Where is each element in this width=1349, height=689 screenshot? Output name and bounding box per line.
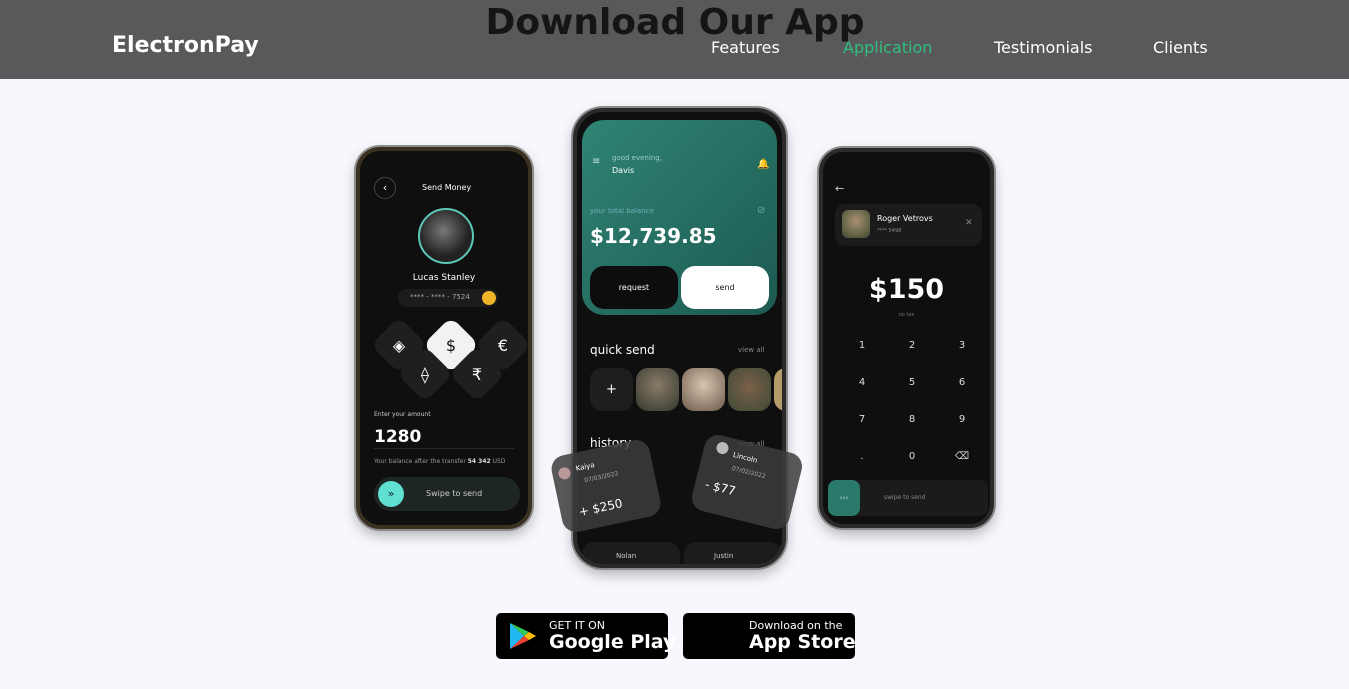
- keypad-key[interactable]: 9: [952, 414, 972, 425]
- currency-ethereum[interactable]: ⟠: [396, 345, 454, 403]
- keypad-key[interactable]: 2: [902, 340, 922, 351]
- keypad-key[interactable]: 5: [902, 377, 922, 388]
- balance-label: your total balance: [590, 207, 654, 215]
- avatar: [842, 210, 870, 238]
- currency-rupee[interactable]: ₹: [448, 345, 506, 403]
- recipient-card: Roger Vetrovs **** 5498 ✕: [835, 204, 982, 246]
- close-icon[interactable]: ✕: [965, 218, 973, 228]
- keypad-key[interactable]: 8: [902, 414, 922, 425]
- history-item: Justin: [684, 542, 782, 564]
- bell-icon[interactable]: 🔔: [757, 159, 769, 170]
- history-name: Nolan: [616, 552, 637, 560]
- keypad-key[interactable]: 6: [952, 377, 972, 388]
- screen-title: Send Money: [422, 183, 472, 192]
- amount-label: Enter your amount: [374, 411, 431, 418]
- send-amount: $150: [868, 274, 945, 305]
- contact-avatar[interactable]: [636, 368, 679, 411]
- amount-input[interactable]: 1280: [374, 425, 514, 449]
- phone-keypad: ← Roger Vetrovs **** 5498 ✕ $150 no tax …: [819, 148, 994, 528]
- user-name: Davis: [612, 166, 635, 175]
- card-date: 07/02/2022: [730, 465, 767, 481]
- tax-note: no tax: [898, 312, 915, 318]
- total-balance: $12,739.85: [590, 224, 717, 248]
- chevrons-right-icon: ›››: [828, 480, 860, 516]
- recipient-card-number: **** 5498: [877, 228, 902, 234]
- avatar: [418, 208, 474, 264]
- ethereum-icon: ⟠: [421, 364, 429, 384]
- keypad-key[interactable]: 1: [852, 340, 872, 351]
- amount-value: 1280: [374, 427, 422, 447]
- google-play-button[interactable]: GET IT ON Google Play: [496, 613, 675, 659]
- add-contact-button[interactable]: +: [590, 368, 633, 411]
- card-number-pill: **** - **** - 7524: [398, 289, 498, 307]
- recipient-name: Lucas Stanley: [412, 273, 476, 283]
- phone-send-money: ‹ Send Money Lucas Stanley **** - **** -…: [356, 147, 532, 529]
- card-amount: - $77: [703, 477, 738, 499]
- keypad-key[interactable]: 4: [852, 377, 872, 388]
- back-icon[interactable]: ‹: [374, 177, 396, 199]
- rupee-icon: ₹: [471, 364, 483, 384]
- page-title: Download Our App: [485, 2, 865, 43]
- contact-avatar[interactable]: [774, 368, 782, 411]
- hide-balance-icon[interactable]: ⊘: [757, 205, 765, 216]
- quick-send-view-all[interactable]: view all: [738, 346, 765, 354]
- keypad-key[interactable]: .: [852, 451, 872, 462]
- card-name: Kaiya: [574, 461, 596, 473]
- menu-icon[interactable]: ≡: [592, 156, 600, 167]
- google-play-icon: [510, 623, 536, 649]
- swipe-label: swipe to send: [884, 494, 926, 501]
- card-date: 07/03/2022: [583, 470, 620, 485]
- balance-value: 54 342: [467, 458, 491, 465]
- contact-avatar[interactable]: [728, 368, 771, 411]
- keypad-key[interactable]: 0: [902, 451, 922, 462]
- request-button[interactable]: request: [590, 266, 678, 309]
- send-button[interactable]: send: [681, 266, 769, 309]
- card-name: Lincoln: [732, 450, 759, 465]
- copy-icon[interactable]: [482, 291, 496, 305]
- greeting: good evening,: [612, 154, 662, 162]
- back-arrow-icon[interactable]: ←: [835, 182, 844, 195]
- avatar: [715, 440, 730, 456]
- keypad-key[interactable]: 7: [852, 414, 872, 425]
- chevrons-right-icon: »: [378, 481, 404, 507]
- quick-send-title: quick send: [590, 343, 655, 357]
- swipe-label: Swipe to send: [426, 489, 483, 498]
- keypad-key[interactable]: 3: [952, 340, 972, 351]
- history-item: Nolan: [582, 542, 680, 564]
- balance-unit: USD: [492, 458, 506, 465]
- recipient-name: Roger Vetrovs: [877, 214, 933, 223]
- balance-prefix: Your balance after the transfer: [374, 458, 466, 465]
- history-name: Justin: [714, 552, 734, 560]
- card-amount: + $250: [577, 496, 624, 520]
- balance-after: Your balance after the transfer 54 342 U…: [374, 458, 505, 465]
- app-store-big: App Store: [749, 631, 856, 653]
- app-store-button[interactable]: Download on the App Store: [683, 613, 856, 659]
- swipe-to-send[interactable]: » Swipe to send: [374, 477, 520, 511]
- backspace-key[interactable]: ⌫: [952, 451, 972, 462]
- avatar: [557, 466, 572, 481]
- contact-avatar[interactable]: [682, 368, 725, 411]
- google-play-big: Google Play: [549, 631, 676, 653]
- swipe-to-send[interactable]: ››› swipe to send: [828, 480, 988, 516]
- card-number: **** - **** - 7524: [410, 293, 470, 301]
